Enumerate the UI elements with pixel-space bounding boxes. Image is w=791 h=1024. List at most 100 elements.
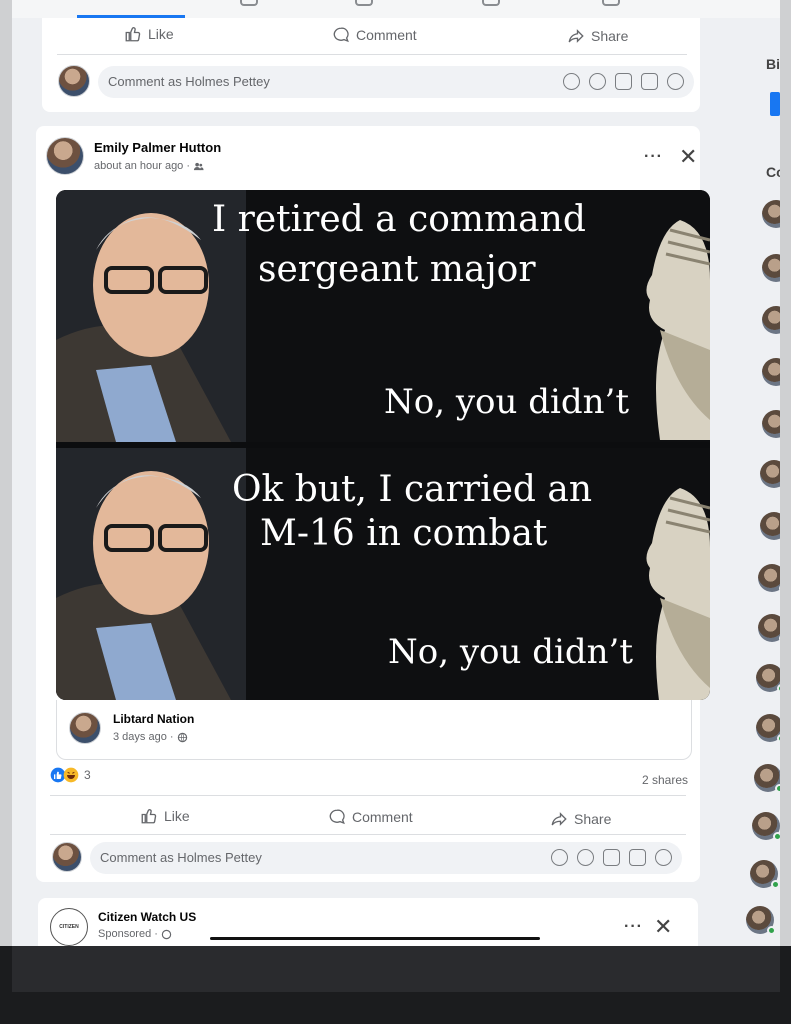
meme-panel-top: I retired a command sergeant major No, y… (56, 190, 710, 442)
emoji-icon[interactable] (577, 849, 594, 866)
comment-icon (329, 809, 345, 825)
share-label: Share (591, 28, 629, 44)
contact-avatar[interactable] (762, 254, 780, 282)
advertiser-logo-text: CITIZEN (59, 924, 79, 930)
contact-avatar[interactable] (762, 358, 780, 386)
contact-avatar[interactable] (758, 614, 780, 643)
online-indicator (777, 734, 780, 743)
comment-input[interactable]: Comment as Holmes Pettey (98, 66, 694, 98)
meme-image[interactable]: I retired a command sergeant major No, y… (56, 190, 710, 700)
sponsored-post-card: CITIZEN Citizen Watch US Sponsored · ···… (38, 898, 698, 952)
contact-avatar[interactable] (756, 714, 780, 743)
sumerian-statue-image (646, 220, 710, 440)
gaming-tab-icon[interactable] (602, 0, 620, 6)
comment-placeholder: Comment as Holmes Pettey (100, 850, 262, 865)
sponsored-label[interactable]: Sponsored · (98, 928, 158, 940)
online-indicator (771, 880, 780, 889)
contact-avatar[interactable] (756, 664, 780, 693)
contact-avatar[interactable] (760, 512, 780, 540)
monitor-bezel-edge (12, 946, 780, 992)
emoji-icon[interactable] (589, 73, 606, 90)
globe-icon (161, 929, 172, 939)
comment-tools (563, 73, 684, 90)
online-indicator (779, 584, 780, 593)
camera-icon[interactable] (603, 849, 620, 866)
contact-avatar[interactable] (754, 764, 780, 793)
sticker-icon[interactable] (655, 849, 672, 866)
contact-avatar[interactable] (758, 564, 780, 593)
meme-top-line1: I retired a command (212, 199, 586, 240)
close-icon[interactable]: ✕ (679, 144, 697, 170)
reaction-count: 3 (84, 768, 91, 782)
shared-source-box[interactable]: Libtard Nation 3 days ago · (56, 700, 692, 760)
online-indicator (773, 832, 780, 841)
meme-panel-bottom: Ok but, I carried an M-16 in combat No, … (56, 448, 710, 700)
share-icon (551, 812, 567, 826)
online-indicator (777, 684, 780, 693)
sponsored-meta: Sponsored · (98, 928, 172, 940)
contact-avatar[interactable] (762, 410, 780, 438)
meme-top-line2: sergeant major (258, 249, 536, 290)
viewer-avatar[interactable] (58, 65, 90, 97)
author-name[interactable]: Emily Palmer Hutton (94, 140, 221, 155)
groups-tab-icon[interactable] (482, 0, 500, 6)
birthdays-heading: Bi (766, 56, 780, 72)
gif-icon[interactable] (641, 73, 658, 90)
contact-avatar[interactable] (752, 812, 780, 841)
gift-icon[interactable] (770, 92, 780, 116)
scroll-indicator (210, 937, 540, 940)
viewer-avatar[interactable] (52, 842, 82, 872)
contact-avatar[interactable] (760, 460, 780, 488)
like-button[interactable]: Like (140, 807, 190, 825)
divider (57, 54, 687, 55)
contact-avatar[interactable] (762, 200, 780, 228)
share-button[interactable]: Share (567, 27, 628, 45)
contact-avatar[interactable] (750, 860, 780, 889)
source-name[interactable]: Libtard Nation (113, 712, 194, 726)
share-button[interactable]: Share (550, 810, 611, 828)
source-timestamp[interactable]: 3 days ago · (113, 731, 174, 743)
sumerian-statue-image-2 (646, 488, 710, 700)
share-count[interactable]: 2 shares (642, 773, 688, 787)
avatar-sticker-icon[interactable] (563, 73, 580, 90)
haha-reaction-icon (63, 767, 79, 783)
meme-bottom-reply: No, you didn’t (388, 632, 633, 672)
contact-avatar[interactable] (746, 906, 776, 935)
comment-input[interactable]: Comment as Holmes Pettey (90, 842, 682, 874)
globe-icon (177, 732, 187, 742)
meme-top-reply: No, you didn’t (384, 382, 629, 422)
more-options-icon[interactable]: ··· (624, 918, 643, 936)
like-label: Like (148, 26, 174, 42)
like-button[interactable]: Like (124, 25, 174, 43)
comment-button[interactable]: Comment (328, 808, 413, 826)
gif-icon[interactable] (629, 849, 646, 866)
comment-placeholder: Comment as Holmes Pettey (108, 74, 270, 89)
watch-tab-icon[interactable] (240, 0, 258, 6)
comment-label: Comment (352, 809, 413, 825)
source-avatar[interactable] (69, 712, 101, 744)
advertiser-logo[interactable]: CITIZEN (50, 908, 88, 946)
marketplace-tab-icon[interactable] (355, 0, 373, 6)
more-options-icon[interactable]: ··· (644, 148, 663, 166)
contacts-sidebar: Bi Co (742, 0, 780, 952)
close-icon[interactable]: ✕ (654, 914, 672, 940)
comment-button[interactable]: Comment (332, 26, 417, 44)
monitor-bezel (0, 946, 791, 1024)
post-meta: about an hour ago · (94, 160, 204, 172)
advertiser-name[interactable]: Citizen Watch US (98, 910, 196, 924)
avatar-sticker-icon[interactable] (551, 849, 568, 866)
reactions-summary[interactable]: 3 (50, 767, 91, 783)
author-avatar[interactable] (46, 137, 84, 175)
contacts-heading: Co (766, 164, 780, 180)
comment-icon (333, 27, 349, 43)
thumbs-up-icon (125, 27, 141, 42)
contact-avatar[interactable] (762, 306, 780, 334)
top-nav (12, 0, 780, 18)
comment-label: Comment (356, 27, 417, 43)
meme-bottom-line2: M-16 in combat (260, 513, 548, 554)
sticker-icon[interactable] (667, 73, 684, 90)
post-timestamp[interactable]: about an hour ago · (94, 160, 190, 172)
previous-post-card: Like Comment Share Comment as Holmes Pet… (42, 18, 700, 112)
speaker-photo-2 (56, 448, 246, 700)
camera-icon[interactable] (615, 73, 632, 90)
